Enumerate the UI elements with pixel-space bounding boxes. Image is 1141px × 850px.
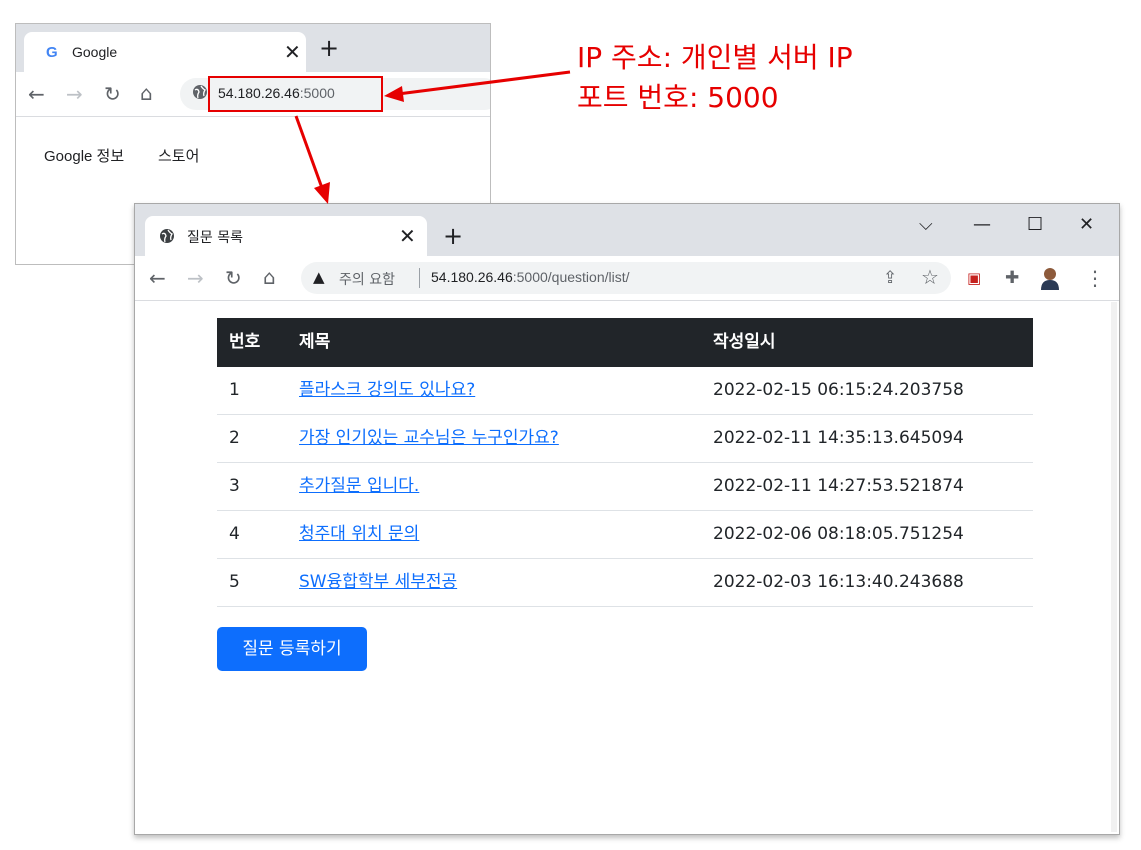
table-row: 3 추가질문 입니다. 2022-02-11 14:27:53.521874 [217, 463, 1033, 511]
back-arrow-icon[interactable]: ← [149, 268, 166, 288]
annotation-ip: IP 주소: 개인별 서버 IP [577, 41, 853, 74]
menu-dots-icon[interactable]: ⋮ [1085, 268, 1105, 288]
store-link[interactable]: 스토어 [158, 145, 199, 166]
create-question-button[interactable]: 질문 등록하기 [217, 627, 367, 671]
row-date: 2022-02-15 06:15:24.203758 [713, 380, 964, 400]
front-browser-window: 질문 목록 ✕ + ⌵ — ☐ ✕ ← → ↻ ⌂ ▲ 주의 요함 54.180… [134, 203, 1120, 835]
close-window-icon[interactable]: ✕ [1079, 214, 1094, 235]
row-date: 2022-02-11 14:35:13.645094 [713, 428, 964, 448]
question-link[interactable]: 추가질문 입니다. [299, 463, 419, 510]
google-icon: G [46, 44, 58, 61]
table-row: 1 플라스크 강의도 있나요? 2022-02-15 06:15:24.2037… [217, 367, 1033, 415]
tab-title: 질문 목록 [187, 230, 243, 246]
reload-icon[interactable]: ↻ [225, 268, 242, 288]
separator [419, 268, 420, 288]
row-date: 2022-02-03 16:13:40.243688 [713, 572, 964, 592]
table-row: 5 SW융합학부 세부전공 2022-02-03 16:13:40.243688 [217, 559, 1033, 607]
row-number: 3 [229, 476, 240, 496]
header-number: 번호 [229, 332, 261, 352]
globe-icon [160, 229, 174, 243]
warning-icon[interactable]: ▲ [313, 268, 325, 286]
avatar[interactable] [1039, 266, 1061, 290]
reload-icon[interactable]: ↻ [104, 84, 121, 104]
header-title: 제목 [299, 332, 331, 352]
forward-arrow-icon[interactable]: → [66, 84, 83, 104]
row-number: 4 [229, 524, 240, 544]
question-link[interactable]: 청주대 위치 문의 [299, 511, 419, 558]
tab-title: Google [72, 44, 118, 60]
bookmark-star-icon[interactable]: ☆ [921, 267, 939, 287]
new-tab-icon[interactable]: + [319, 36, 339, 60]
new-tab-icon[interactable]: + [443, 224, 463, 248]
minimize-icon[interactable]: — [973, 214, 991, 235]
scrollbar[interactable] [1111, 302, 1117, 832]
url-text: 54.180.26.46:5000/question/list/ [431, 269, 630, 285]
row-number: 5 [229, 572, 240, 592]
home-icon[interactable]: ⌂ [263, 267, 276, 287]
table-header [217, 318, 1033, 367]
security-label[interactable]: 주의 요함 [339, 269, 395, 289]
tab-search-icon[interactable]: ⌵ [919, 214, 933, 235]
row-date: 2022-02-11 14:27:53.521874 [713, 476, 964, 496]
close-tab-icon[interactable]: ✕ [399, 224, 416, 248]
globe-icon [193, 85, 207, 99]
extensions-icon[interactable]: ✚ [1005, 268, 1019, 288]
question-link[interactable]: SW융합학부 세부전공 [299, 559, 457, 606]
table-row: 2 가장 인기있는 교수님은 누구인가요? 2022-02-11 14:35:1… [217, 415, 1033, 463]
home-icon[interactable]: ⌂ [140, 83, 153, 103]
question-link[interactable]: 가장 인기있는 교수님은 누구인가요? [299, 415, 559, 462]
cast-icon[interactable]: ▣ [967, 268, 981, 288]
about-google-link[interactable]: Google 정보 [44, 145, 124, 166]
maximize-icon[interactable]: ☐ [1027, 214, 1043, 235]
question-link[interactable]: 플라스크 강의도 있나요? [299, 367, 475, 414]
header-date: 작성일시 [713, 332, 776, 352]
table-row: 4 청주대 위치 문의 2022-02-06 08:18:05.751254 [217, 511, 1033, 559]
highlight-box [208, 76, 383, 112]
tab-google[interactable]: G Google ✕ [24, 32, 306, 72]
row-date: 2022-02-06 08:18:05.751254 [713, 524, 964, 544]
row-number: 2 [229, 428, 240, 448]
navigation-bar: ← → ↻ ⌂ ▲ 주의 요함 54.180.26.46:5000/questi… [135, 256, 1119, 301]
close-tab-icon[interactable]: ✕ [284, 40, 301, 64]
row-number: 1 [229, 380, 240, 400]
annotation-port: 포트 번호: 5000 [577, 81, 779, 114]
back-arrow-icon[interactable]: ← [28, 84, 45, 104]
forward-arrow-icon[interactable]: → [187, 268, 204, 288]
navigation-bar: ← → ↻ ⌂ 54.180.26.46:5000 [16, 72, 490, 117]
share-icon[interactable]: ⇪ [883, 268, 897, 288]
